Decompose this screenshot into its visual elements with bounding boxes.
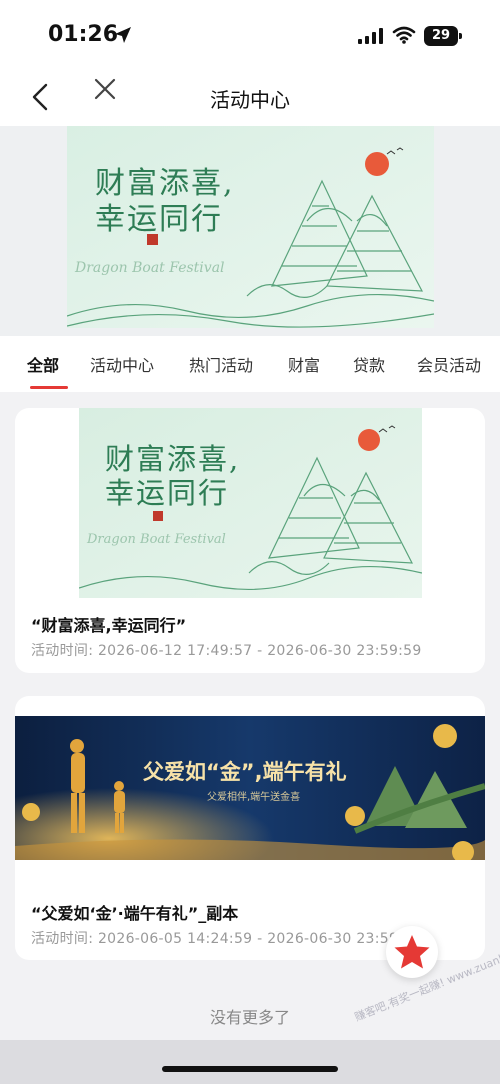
hero-headline-line2: 幸运同行 [95,202,223,237]
tab-member-activities[interactable]: 会员活动 [417,352,481,376]
wifi-icon [392,26,416,44]
card-time: 活动时间: 2026-06-05 14:24:59 - 2026-06-30 2… [31,931,422,947]
hero-banner-image: 财富添喜, 幸运同行 Dragon Boat Festival [67,126,434,328]
tab-loans[interactable]: 贷款 [353,352,385,376]
activity-banner-image: 财富添喜, 幸运同行 Dragon Boat Festival [79,408,422,598]
star-icon [394,935,430,969]
cellular-signal-icon [358,28,383,44]
status-bar: 01:26 29 [0,0,500,68]
activity-card[interactable]: 财富添喜, 幸运同行 Dragon Boat Festival “财富添喜,幸运… [15,408,485,673]
card-time: 活动时间: 2026-06-12 17:49:57 - 2026-06-30 2… [31,643,422,659]
tab-hot-activities[interactable]: 热门活动 [189,352,253,376]
active-tab-indicator [30,386,68,389]
card-title: “财富添喜,幸运同行” [31,616,187,635]
bottom-bar [0,1040,500,1084]
hero-script-text: Dragon Boat Festival [75,260,225,276]
status-time: 01:26 [48,22,119,47]
home-indicator [162,1066,338,1072]
card-banner-script: Dragon Boat Festival [87,532,226,547]
hero-banner[interactable]: 财富添喜, 幸运同行 Dragon Boat Festival [0,126,500,336]
page-title: 活动中心 [210,88,290,112]
no-more-text: 没有更多了 [209,1008,290,1027]
card-banner-line2: 幸运同行 [105,476,230,510]
battery-indicator: 29 [424,26,462,46]
activity-card[interactable]: 父爱如“金”,端午有礼 父爱相伴,端午送金喜 “父爱如‘金’·端午有礼”_副本 … [15,696,485,960]
tab-all[interactable]: 全部 [27,352,59,376]
card-banner-subtitle: 父爱相伴,端午送金喜 [207,792,301,803]
activity-banner-image: 父爱如“金”,端午有礼 父爱相伴,端午送金喜 [15,716,485,860]
favorite-float-button[interactable] [386,926,438,978]
card-banner-headline: 父爱如“金”,端午有礼 [143,760,347,784]
card-title: “父爱如‘金’·端午有礼”_副本 [31,904,239,923]
tab-activity-center[interactable]: 活动中心 [90,352,154,376]
nav-bar: 活动中心 [0,68,500,126]
location-arrow-icon [115,27,131,43]
category-tabs: 全部 活动中心 热门活动 财富 贷款 会员活动 [0,336,500,392]
tab-wealth[interactable]: 财富 [288,352,320,376]
